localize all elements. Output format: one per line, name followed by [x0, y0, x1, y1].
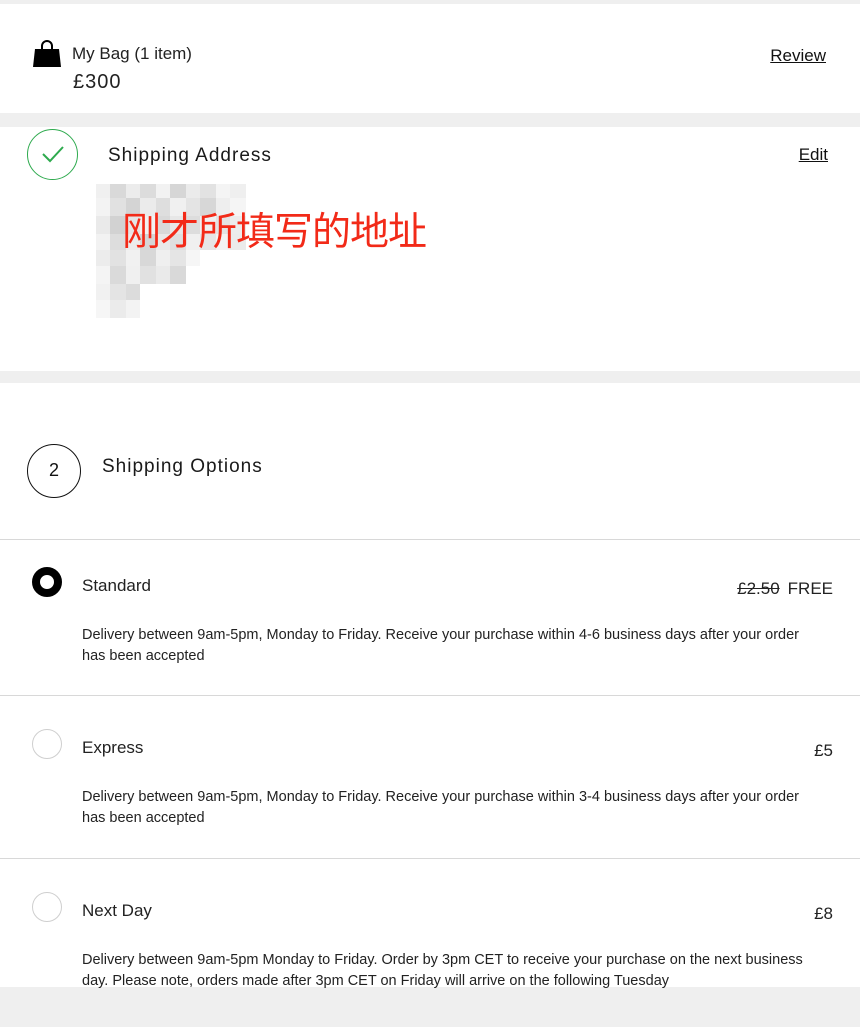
option-description: Delivery between 9am-5pm Monday to Frida… — [82, 952, 803, 989]
bag-total: £300 — [73, 71, 122, 93]
shipping-options-title: Shipping Options — [102, 456, 263, 477]
review-link[interactable]: Review — [770, 46, 826, 66]
edit-address-link[interactable]: Edit — [799, 145, 828, 165]
shipping-address-title: Shipping Address — [108, 145, 272, 166]
divider — [0, 858, 860, 859]
option-price: £8 — [814, 904, 833, 923]
radio-standard[interactable] — [32, 567, 62, 597]
step-number-badge: 2 — [27, 444, 81, 498]
radio-next-day[interactable] — [32, 892, 62, 922]
option-name: Express — [82, 738, 144, 757]
address-annotation: 刚才所填写的地址 — [122, 210, 427, 255]
option-description: Delivery between 9am-5pm, Monday to Frid… — [82, 627, 800, 664]
bag-summary: My Bag (1 item) £300 Review — [0, 4, 860, 113]
radio-express[interactable] — [32, 729, 62, 759]
option-description: Delivery between 9am-5pm, Monday to Frid… — [82, 789, 800, 826]
shipping-option-standard[interactable]: Standard £2.50 FREE Delivery between 9am-… — [0, 540, 860, 702]
option-price: £5 — [814, 741, 833, 760]
shipping-option-express[interactable]: Express £5 Delivery between 9am-5pm, Mon… — [0, 702, 860, 864]
option-name: Standard — [82, 576, 151, 595]
divider — [0, 695, 860, 696]
shipping-options-section: 2 Shipping Options Standard £2.50 FREE De… — [0, 383, 860, 989]
option-old-price: £2.50 — [737, 579, 780, 598]
shipping-address-section: Shipping Address Edit 刚才所填写的地址 — [0, 127, 860, 371]
option-price: £2.50 FREE — [737, 579, 833, 599]
step-complete-badge — [27, 129, 78, 180]
option-name: Next Day — [82, 901, 152, 920]
shipping-option-next-day[interactable]: Next Day £8 Delivery between 9am-5pm Mon… — [0, 865, 860, 1027]
bag-title: My Bag (1 item) — [72, 44, 192, 63]
shopping-bag-icon — [32, 40, 62, 67]
option-current-price: FREE — [787, 579, 833, 598]
